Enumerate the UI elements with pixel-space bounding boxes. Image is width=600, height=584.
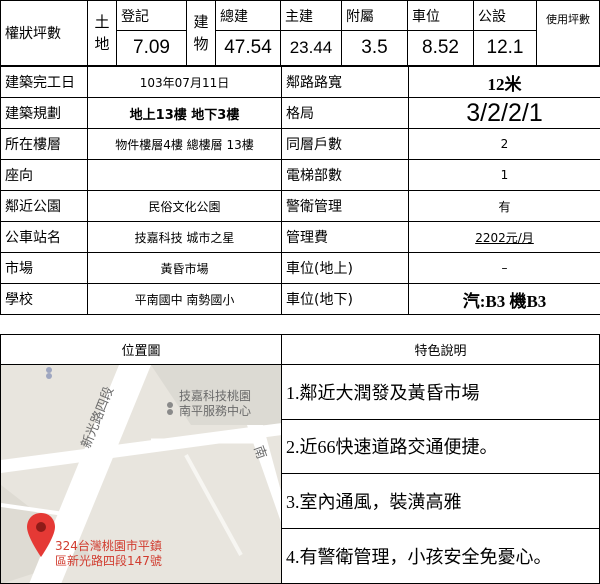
security-value: 有: [408, 190, 600, 222]
school-value: 平南國中 南勢國小: [87, 283, 282, 315]
orientation-value: [87, 159, 282, 191]
school-label: 學校: [0, 283, 88, 315]
building-cell: 建 物: [187, 1, 216, 65]
area-label: 權狀坪數: [5, 26, 61, 42]
table-row: 鄰近公園 民俗文化公園 警衛管理 有: [0, 190, 600, 222]
parking-label: 車位: [408, 1, 473, 31]
poi-label: 技嘉科技桃園 南平服務中心: [179, 389, 251, 419]
registered-label: 登記: [117, 1, 186, 31]
total-label: 總建: [216, 1, 280, 31]
public-label: 公設: [474, 1, 536, 31]
floor-label: 所在樓層: [0, 128, 88, 160]
area-label-cell: 權狀坪數: [1, 1, 88, 65]
parking-ground-value: –: [408, 252, 600, 284]
management-fee-cell: 2202元/月: [408, 221, 600, 253]
parking-value: 8.52: [422, 37, 459, 58]
units-per-floor-label: 同層戶數: [281, 128, 409, 160]
annex-value: 3.5: [361, 37, 388, 58]
registered-cell: 登記 7.09: [117, 1, 187, 65]
parking-ground-label: 車位(地上): [281, 252, 409, 284]
security-label: 警衛管理: [281, 190, 409, 222]
building-char-1: 建: [193, 13, 209, 31]
property-sheet: 權狀坪數 土 地 登記 7.09 建 物 總建 47.54 主建 23.44 附…: [0, 0, 600, 584]
table-row: 學校 平南國中 南勢國小 車位(地下) 汽:B3 機B3: [0, 283, 600, 315]
floor-value: 物件樓層4樓 總樓層 13樓: [87, 128, 282, 160]
parking-underground-value: 汽:B3 機B3: [408, 283, 600, 315]
elevator-count-label: 電梯部數: [281, 159, 409, 191]
units-per-floor-value: 2: [408, 128, 600, 160]
market-value: 黃昏市場: [87, 252, 282, 284]
elevator-count-value: 1: [408, 159, 600, 191]
total-value: 47.54: [224, 37, 272, 58]
annex-cell: 附屬 3.5: [342, 1, 408, 65]
usage-cell: 使用坪數: [537, 1, 599, 65]
feature-item: 4.有警衛管理，小孩安全免憂心。: [286, 546, 552, 567]
poi-line-1: 技嘉科技桃園: [179, 389, 252, 403]
land-char-1: 土: [94, 13, 110, 31]
main-cell: 主建 23.44: [281, 1, 342, 65]
main-value: 23.44: [289, 38, 333, 57]
info-table: 建築完工日 103年07月11日 鄰路路寬 12米 建築規劃 地上13樓 地下3…: [0, 66, 600, 315]
area-row: 權狀坪數 土 地 登記 7.09 建 物 總建 47.54 主建 23.44 附…: [0, 0, 600, 66]
public-cell: 公設 12.1: [474, 1, 537, 65]
orientation-label: 座向: [0, 159, 88, 191]
road-width-value: 12米: [408, 66, 600, 98]
nearby-park-value: 民俗文化公園: [87, 190, 282, 222]
main-label: 主建: [281, 1, 341, 31]
layout-value: 3/2/2/1: [408, 97, 600, 129]
feature-item: 3.室內通風，裝潢高雅: [282, 474, 599, 529]
address-line-1: 324台灣桃園市平鎮: [55, 539, 162, 553]
address-label: 324台灣桃園市平鎮 區新光路四段147號: [55, 539, 162, 569]
feature-item: 2.近66快速道路交通便捷。: [282, 420, 599, 474]
building-plan-label: 建築規劃: [0, 97, 88, 129]
table-row: 所在樓層 物件樓層4樓 總樓層 13樓 同層戶數 2: [0, 128, 600, 160]
layout-label: 格局: [281, 97, 409, 129]
management-fee-label: 管理費: [281, 221, 409, 253]
table-row: 建築完工日 103年07月11日 鄰路路寬 12米: [0, 66, 600, 98]
road-width-label: 鄰路路寬: [281, 66, 409, 98]
poi-line-2: 南平服務中心: [179, 404, 252, 418]
map-header: 位置圖: [0, 334, 282, 365]
parking-underground-label: 車位(地下): [281, 283, 409, 315]
completion-date-value: 103年07月11日: [87, 66, 282, 98]
features-list: 1.鄰近大潤發及黃昏市場 2.近66快速道路交通便捷。 3.室內通風，裝潢高雅 …: [281, 365, 600, 584]
nearby-park-label: 鄰近公園: [0, 190, 88, 222]
building-char-2: 物: [193, 35, 209, 53]
features-header: 特色說明: [281, 334, 600, 365]
completion-date-label: 建築完工日: [0, 66, 88, 98]
bus-stop-value: 技嘉科技 城市之星: [87, 221, 282, 253]
table-row: 建築規劃 地上13樓 地下3樓 格局 3/2/2/1: [0, 97, 600, 129]
bus-stop-label: 公車站名: [0, 221, 88, 253]
table-row: 市場 黃昏市場 車位(地上) –: [0, 252, 600, 284]
land-char-2: 地: [94, 35, 110, 53]
total-cell: 總建 47.54: [216, 1, 281, 65]
building-plan-value: 地上13樓 地下3樓: [87, 97, 282, 129]
annex-label: 附屬: [342, 1, 407, 31]
parking-cell: 車位 8.52: [408, 1, 474, 65]
table-row: 公車站名 技嘉科技 城市之星 管理費 2202元/月: [0, 221, 600, 253]
market-label: 市場: [0, 252, 88, 284]
table-row: 座向 電梯部數 1: [0, 159, 600, 191]
public-value: 12.1: [486, 37, 524, 58]
address-line-2: 區新光路四段147號: [55, 554, 162, 568]
feature-item: 1.鄰近大潤發及黃昏市場: [282, 365, 599, 420]
management-fee-value: 2202元/月: [475, 230, 534, 245]
location-map: 技嘉科技桃園 南平服務中心 新光路四段 南 324台灣桃園市平鎮 區新光路四段1…: [0, 365, 281, 584]
usage-label: 使用坪數: [546, 13, 590, 26]
land-cell: 土 地: [88, 1, 117, 65]
registered-value: 7.09: [133, 37, 170, 58]
